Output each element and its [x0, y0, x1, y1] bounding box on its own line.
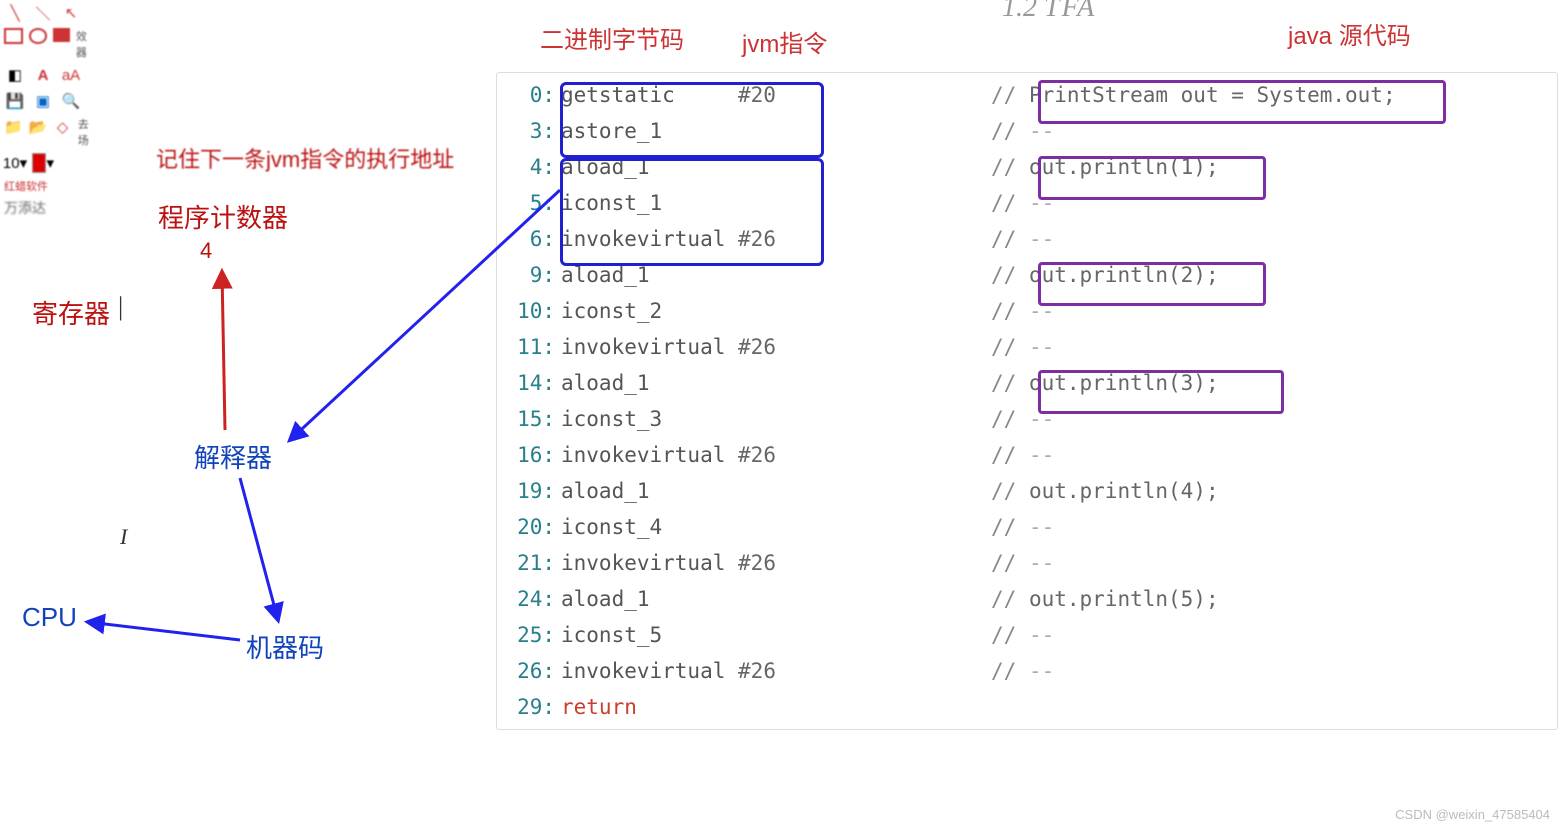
text-cursor-icon: |	[118, 292, 123, 322]
open-icon[interactable]: 📂	[29, 116, 48, 138]
folder-icon[interactable]: 📁	[4, 116, 23, 138]
code-row: 15:iconst_3// --	[497, 401, 1557, 437]
bytecode-heading: 二进制字节码	[540, 20, 684, 55]
ibeam-icon: I	[120, 524, 127, 550]
code-row: 26:invokevirtual #26// --	[497, 653, 1557, 689]
instr-box-1	[560, 82, 824, 158]
code-row: 29:return	[497, 689, 1557, 725]
rect-icon[interactable]	[4, 28, 23, 44]
note-label: 记住下一条jvm指令的执行地址	[156, 142, 454, 174]
code-row: 21:invokevirtual #26// --	[497, 545, 1557, 581]
instr-box-2	[560, 158, 824, 266]
cpu-label: CPU	[22, 602, 77, 633]
zoom-icon[interactable]: 🔍	[60, 90, 82, 112]
brand-label: 红蜡软件	[4, 178, 48, 194]
pc-label: 程序计数器	[158, 198, 288, 235]
interpreter-label: 解释器	[194, 438, 272, 475]
arrow-icon[interactable]: ↖	[60, 2, 82, 24]
pc-value: 4	[200, 238, 212, 264]
text-icon[interactable]: A	[32, 64, 54, 86]
ellipse-icon[interactable]	[29, 28, 48, 44]
version-label: 1.2 TFA	[1002, 0, 1096, 24]
jvm-heading: jvm指令	[742, 24, 827, 59]
editor-label: 效器	[76, 28, 96, 60]
src-box-4	[1038, 370, 1284, 414]
crop-icon[interactable]: ▣	[32, 90, 54, 112]
line-icon[interactable]: ＼	[32, 2, 54, 24]
pencil-icon[interactable]: ╲	[4, 2, 26, 24]
marker-icon[interactable]: aA	[60, 64, 82, 86]
java-heading: java 源代码	[1288, 16, 1411, 51]
code-row: 20:iconst_4// --	[497, 509, 1557, 545]
machinecode-label: 机器码	[246, 628, 324, 665]
src-box-1	[1038, 80, 1446, 124]
code-row: 19:aload_1// out.println(4);	[497, 473, 1557, 509]
src-box-2	[1038, 156, 1266, 200]
code-row: 14:aload_1// out.println(3);	[497, 365, 1557, 401]
save-icon[interactable]: 💾	[4, 90, 26, 112]
diamond-icon[interactable]: ◇	[53, 116, 71, 138]
goto-label: 去场	[78, 116, 96, 148]
code-row: 16:invokevirtual #26// --	[497, 437, 1557, 473]
register-label: 寄存器	[32, 294, 110, 331]
fill-rect-icon[interactable]	[53, 28, 70, 42]
code-row: 25:iconst_5// --	[497, 617, 1557, 653]
drawing-toolbar[interactable]: ╲ ＼ ↖ 效器 ◧ A aA 💾 ▣ 🔍 📁 📂 ◇ 去场 10▾	[0, 0, 100, 220]
eraser-icon[interactable]: ◧	[4, 64, 26, 86]
size-select[interactable]: 10▾	[4, 152, 26, 174]
code-row: 24:aload_1// out.println(5);	[497, 581, 1557, 617]
watermark: CSDN @weixin_47585404	[1395, 807, 1550, 822]
code-row: 11:invokevirtual #26// --	[497, 329, 1557, 365]
color-select[interactable]: ▾	[32, 152, 54, 174]
code-row: 10:iconst_2// --	[497, 293, 1557, 329]
src-box-3	[1038, 262, 1266, 306]
author-label: 万添达	[4, 198, 46, 218]
